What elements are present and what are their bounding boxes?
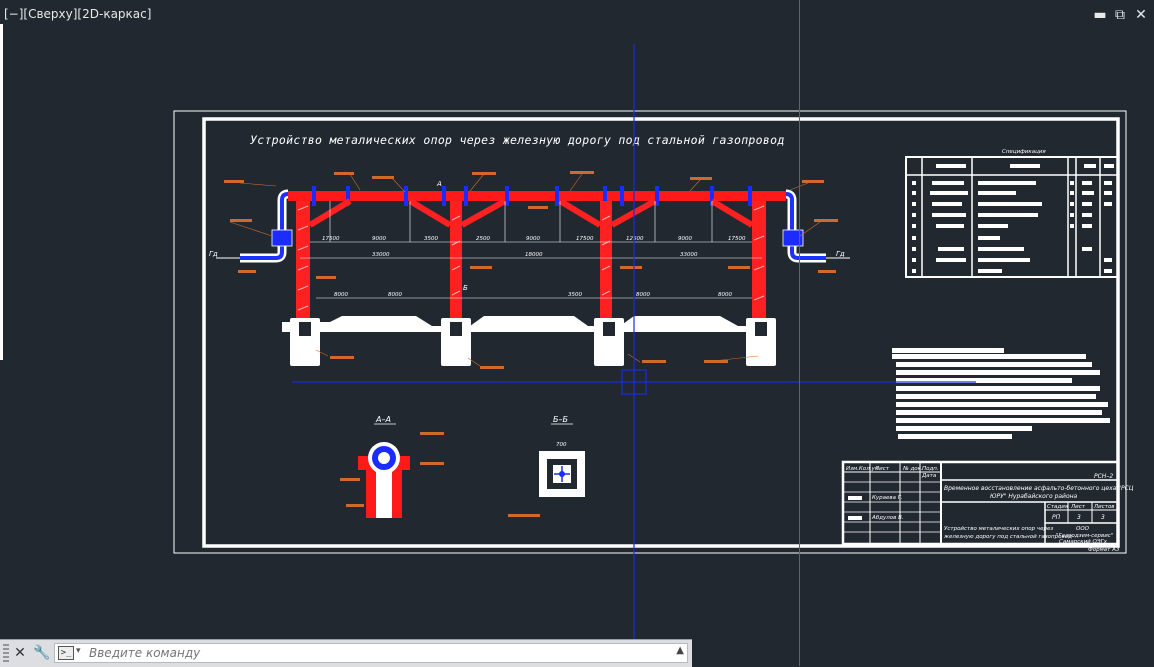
pipe-label-left: Гд bbox=[209, 250, 218, 258]
tb-sheet-title-2: железную дорогу под стальной газопровод bbox=[943, 534, 1072, 540]
dim-lower-5: 8000 bbox=[718, 292, 732, 298]
tb-col-stage: Стадия bbox=[1047, 504, 1069, 510]
tb-head-doc: № док. bbox=[902, 466, 923, 472]
tb-sheet-title-1: Устройство металических опор через bbox=[944, 526, 1053, 532]
section-b-detail bbox=[539, 451, 585, 497]
tb-org-3: Самарский ОЭГх bbox=[1059, 539, 1108, 545]
minimize-icon[interactable]: ▬ bbox=[1090, 6, 1110, 24]
dim-span-3: 3500 bbox=[424, 236, 438, 242]
section-b-title: Б–Б bbox=[553, 415, 568, 424]
customize-wrench-icon[interactable]: 🔧 bbox=[32, 643, 52, 663]
tb-col-sheets: Листов bbox=[1093, 504, 1115, 510]
tb-head-sign: Подп. bbox=[922, 466, 939, 472]
viewport-controls-label[interactable]: [−][Сверху][2D-каркас] bbox=[4, 7, 151, 21]
dim-span-8: 9000 bbox=[678, 236, 692, 242]
dim-total-mid: 18000 bbox=[525, 252, 543, 258]
command-input-box[interactable]: >_ ▾ ▲ bbox=[54, 643, 688, 663]
tb-head-list: Лист bbox=[874, 466, 890, 472]
tb-person-2: Абдулов В. bbox=[871, 515, 904, 521]
tb-project-2: ЮРУ" Нурабайского района bbox=[990, 493, 1078, 500]
tb-sheets: 3 bbox=[1101, 514, 1105, 521]
tb-code: РСН–2 bbox=[1094, 473, 1113, 480]
dim-span-4: 2500 bbox=[476, 236, 490, 242]
command-prompt-icon[interactable]: >_ bbox=[58, 646, 74, 660]
tb-person-1: Кураева Г. bbox=[872, 495, 903, 501]
section-mark-b-bottom: Б bbox=[463, 284, 468, 292]
drawing-title: Устройство металических опор через желез… bbox=[250, 133, 785, 147]
section-mark-a-top: А bbox=[436, 180, 442, 188]
dim-lower-4: 8000 bbox=[636, 292, 650, 298]
tb-org-1: ООО bbox=[1076, 526, 1090, 532]
dim-span-9: 17500 bbox=[728, 236, 746, 242]
tb-col-sheet: Лист bbox=[1070, 504, 1086, 510]
section-a-title: А–А bbox=[375, 415, 391, 424]
dim-lower-2: 8000 bbox=[388, 292, 402, 298]
tb-project-1: Временное восстановление асфальто-бетонн… bbox=[944, 485, 1134, 492]
pipe-label-right: Гд bbox=[836, 250, 845, 258]
spec-table bbox=[905, 156, 1119, 278]
tb-head-izm: Изм.Кол.уч bbox=[846, 466, 879, 472]
dim-span-5: 9000 bbox=[526, 236, 540, 242]
viewport-divider-line bbox=[799, 0, 800, 666]
command-line-bar: ✕ 🔧 >_ ▾ ▲ bbox=[0, 639, 692, 667]
tb-format: Формат А3 bbox=[1088, 547, 1120, 553]
dim-span-2: 9000 bbox=[372, 236, 386, 242]
tb-stage: РП bbox=[1052, 514, 1061, 521]
tb-head-date: Дата bbox=[921, 473, 937, 479]
dim-span-6: 17500 bbox=[576, 236, 594, 242]
spec-table-title: Спецификация bbox=[1002, 149, 1046, 155]
dim-bb: 700 bbox=[556, 442, 567, 448]
tb-sheet: 3 bbox=[1077, 514, 1081, 521]
dim-total-left: 33000 bbox=[372, 252, 390, 258]
recent-commands-dropdown-icon[interactable]: ▾ bbox=[76, 646, 81, 656]
notes-block bbox=[892, 348, 1110, 439]
restore-icon[interactable]: ⧉ bbox=[1110, 6, 1130, 24]
dim-lower-3: 3500 bbox=[568, 292, 582, 298]
command-history-icon[interactable]: ▲ bbox=[676, 645, 684, 656]
dim-span-7: 12500 bbox=[626, 236, 644, 242]
command-input-field[interactable] bbox=[89, 644, 649, 662]
close-icon[interactable]: ✕ bbox=[1131, 6, 1151, 24]
dim-lower-1: 8000 bbox=[334, 292, 348, 298]
pipeline-elevation bbox=[216, 186, 850, 366]
drag-grip-handle[interactable] bbox=[3, 644, 9, 663]
left-edge-strip bbox=[0, 24, 3, 360]
section-a-detail bbox=[358, 442, 410, 518]
drawing-canvas[interactable]: Устройство металических опор через желез… bbox=[0, 0, 1154, 666]
close-command-line-icon[interactable]: ✕ bbox=[10, 643, 30, 663]
dim-total-right: 33000 bbox=[680, 252, 698, 258]
dim-span-1: 17500 bbox=[322, 236, 340, 242]
